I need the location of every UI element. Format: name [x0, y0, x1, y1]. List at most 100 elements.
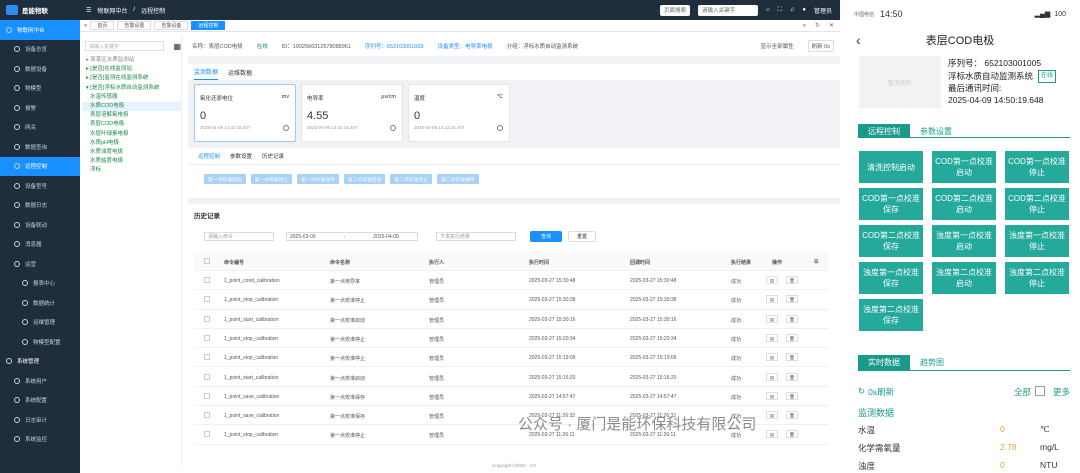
row-checkbox[interactable]	[204, 431, 210, 438]
view-icon[interactable]: ▤	[766, 314, 778, 323]
control-button[interactable]: 浊度第二点校准停止	[1005, 262, 1069, 294]
avatar[interactable]: ●	[802, 7, 806, 13]
tree-node[interactable]: ▸ [是否]监测在线监测系统	[82, 74, 181, 83]
sidebar-item-ops[interactable]: 运营	[0, 254, 80, 274]
all-checkbox[interactable]	[1034, 386, 1045, 396]
control-button[interactable]: 浊度第一点校准保存	[859, 262, 923, 294]
back-icon[interactable]: ‹	[856, 32, 861, 48]
breadcrumb-home[interactable]: 物联网中台	[97, 6, 127, 15]
sidebar-item-sys-config[interactable]: 系统配置	[0, 391, 80, 411]
tab-remote-control[interactable]: 远程控制	[191, 21, 226, 30]
sidebar-item-stats[interactable]: 数据统计	[0, 293, 80, 313]
search-input[interactable]: 请输入关键字	[698, 4, 759, 16]
control-button[interactable]: COD第二点校准启动	[932, 188, 996, 220]
sidebar-item-device-type[interactable]: 设备型号	[0, 176, 80, 196]
tab-remote-control[interactable]: 远程控制	[858, 124, 910, 137]
select-all-checkbox[interactable]	[204, 258, 210, 264]
sidebar-item-audit[interactable]: 日志审计	[0, 410, 80, 430]
tree-node-selected[interactable]: 水质COD电极	[82, 101, 181, 112]
control-button[interactable]: COD第二点校准保存	[859, 225, 923, 257]
sidebar-item-data-device[interactable]: 数据设备	[0, 59, 80, 79]
tree-node[interactable]: 水层叶绿素电极	[82, 130, 181, 139]
calib-2-start-button[interactable]: 第二点校准启动	[343, 174, 386, 184]
sidebar-item-overview[interactable]: 设备总览	[0, 40, 80, 60]
tab-realtime[interactable]: 实时数据	[858, 355, 910, 370]
control-button[interactable]: 浊度第二点校准保存	[859, 299, 923, 331]
sidebar-item-model[interactable]: 物模型	[0, 79, 80, 99]
view-icon[interactable]: ▤	[766, 391, 778, 400]
reset-button[interactable]: 重置	[568, 231, 596, 242]
tab-params[interactable]: 参数设置	[910, 124, 962, 137]
view-icon[interactable]: ▤	[766, 411, 778, 420]
tree-node[interactable]: 水质pH电极	[82, 139, 181, 148]
delete-icon[interactable]: 🗑	[786, 276, 798, 284]
view-icon[interactable]: ▤	[766, 276, 778, 284]
query-button[interactable]: 查询	[530, 231, 562, 242]
sidebar-item-alarm[interactable]: 报警	[0, 98, 80, 118]
tree-node[interactable]: 浮标	[82, 166, 181, 175]
row-checkbox[interactable]	[204, 334, 210, 341]
delete-icon[interactable]: 🗑	[786, 353, 798, 362]
view-icon[interactable]: ▤	[766, 372, 778, 381]
delete-icon[interactable]: 🗑	[786, 314, 798, 323]
sidebar-item-query[interactable]: 数据查询	[0, 137, 80, 157]
row-checkbox[interactable]	[204, 315, 210, 322]
tree-node[interactable]: 表层溶解氧电极	[82, 111, 181, 120]
sidebar-item-users[interactable]: 系统用户	[0, 371, 80, 391]
control-button[interactable]: COD第一点校准停止	[1005, 151, 1069, 183]
tab-home[interactable]: 首页	[90, 21, 115, 30]
grid-icon[interactable]: ▦	[173, 42, 181, 51]
refresh-icon[interactable]: ↻	[858, 386, 865, 398]
row-checkbox[interactable]	[204, 392, 210, 399]
tree-node[interactable]: ▸ [是否]在线监测站	[82, 65, 181, 74]
control-button[interactable]: COD第二点校准停止	[1005, 188, 1069, 220]
tab-ops-data[interactable]: 运维数据	[228, 68, 252, 80]
tab-remote[interactable]: 远程控制	[198, 152, 220, 160]
view-icon[interactable]: ▤	[766, 333, 778, 342]
row-checkbox[interactable]	[204, 296, 210, 303]
sidebar-group-iot[interactable]: 物联网中台	[0, 20, 80, 40]
view-icon[interactable]: ▤	[766, 430, 778, 439]
status-select[interactable]: 下发执行结果	[436, 232, 516, 241]
control-button[interactable]: COD第一点校准保存	[859, 188, 923, 220]
calib-1-start-button[interactable]: 第一点校准启动	[204, 174, 246, 184]
control-button[interactable]: 浊度第二点校准启动	[932, 262, 996, 294]
sidebar-item-remote-control[interactable]: 远程控制	[0, 156, 80, 176]
menu-toggle-icon[interactable]: ☰	[86, 7, 91, 14]
tab-trend[interactable]: 趋势图	[910, 355, 954, 370]
tree-node[interactable]: ▾ [是否]浮标水质自动监测系统	[82, 84, 181, 93]
sidebar-item-log[interactable]: 数据日志	[0, 196, 80, 216]
control-button[interactable]: 浊度第一点校准停止	[1005, 225, 1069, 257]
tree-node[interactable]: 表层COD电极	[82, 120, 181, 129]
sidebar-item-model-config[interactable]: 物模型配置	[0, 332, 80, 352]
sidebar-item-report[interactable]: 报表中心	[0, 274, 80, 294]
bell-icon[interactable]: ♫	[790, 7, 795, 13]
all-toggle[interactable]: 全部	[1014, 386, 1031, 398]
tree-search-input[interactable]: 请输入关键字	[85, 41, 165, 51]
refresh-button[interactable]: 刷新 0s	[807, 40, 834, 52]
sidebar-item-gateway[interactable]: 网关	[0, 118, 80, 138]
tabs-forward-icon[interactable]: »	[803, 23, 806, 29]
column-settings-icon[interactable]: ☰	[814, 259, 818, 265]
sidebar-item-monitor[interactable]: 系统监控	[0, 430, 80, 450]
tree-node[interactable]: 水质盐度电极	[82, 157, 181, 166]
sidebar-group-system[interactable]: 系统管理	[0, 352, 80, 372]
view-icon[interactable]: ▤	[766, 353, 778, 362]
view-icon[interactable]: ▤	[766, 295, 778, 304]
tabs-back-icon[interactable]: «	[84, 23, 87, 29]
control-button[interactable]: COD第一点校准启动	[932, 151, 996, 183]
row-checkbox[interactable]	[204, 354, 210, 361]
row-checkbox[interactable]	[204, 412, 210, 419]
home-icon[interactable]: ⌂	[766, 7, 770, 13]
command-filter-input[interactable]: 请输入命令	[204, 232, 274, 241]
tree-node[interactable]: 水质浊度电极	[82, 148, 181, 157]
calib-2-save-button[interactable]: 第二点校准保存	[436, 174, 479, 184]
tab-alarm-settings[interactable]: 告警设置	[117, 21, 152, 30]
calib-1-stop-button[interactable]: 第一点校准停止	[250, 174, 293, 184]
delete-icon[interactable]: 🗑	[786, 295, 798, 304]
sidebar-item-linkage[interactable]: 设备联动	[0, 215, 80, 235]
delete-icon[interactable]: 🗑	[786, 391, 798, 400]
control-button[interactable]: 清洗控制启动	[859, 151, 923, 183]
more-link[interactable]: 更多	[1053, 386, 1070, 398]
tab-alarm-devices[interactable]: 告警设备	[154, 21, 189, 30]
